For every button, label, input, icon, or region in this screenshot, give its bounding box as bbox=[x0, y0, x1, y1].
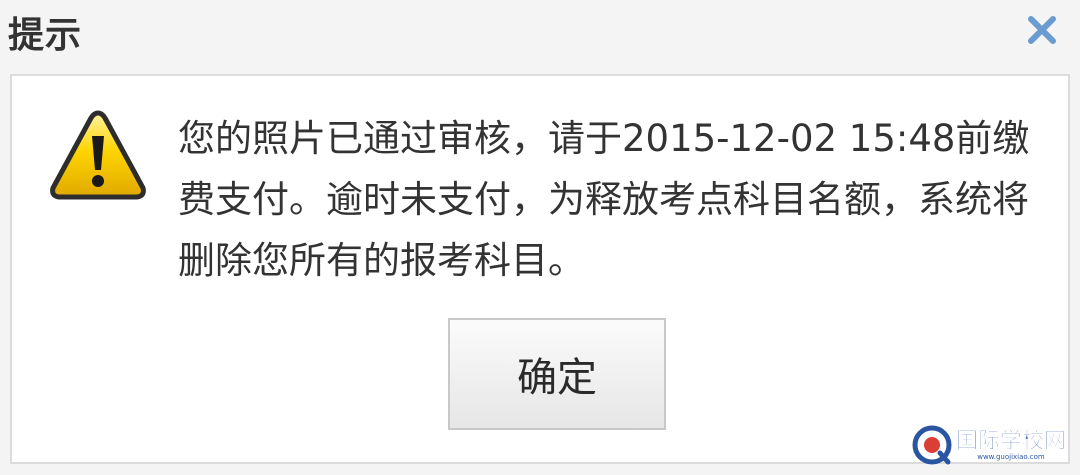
dialog-title-bar: 提示 bbox=[0, 0, 1080, 72]
dialog-title: 提示 bbox=[8, 15, 83, 56]
dialog-message: 您的照片已通过审核，请于2015-12-02 15:48前缴费支付。逾时未支付，… bbox=[178, 117, 1030, 282]
warning-icon bbox=[50, 110, 146, 200]
dialog-content: 您的照片已通过审核，请于2015-12-02 15:48前缴费支付。逾时未支付，… bbox=[10, 74, 1070, 464]
close-button[interactable] bbox=[1024, 12, 1060, 48]
watermark-url: www.guojixiao.com bbox=[977, 452, 1045, 461]
message-dialog: 提示 您的照片已通过审核，请于2015-12-02 15:48前缴费支付。逾时未… bbox=[0, 0, 1080, 475]
watermark-text: 国际学校网 bbox=[955, 427, 1067, 454]
watermark-logo-icon bbox=[912, 425, 952, 465]
watermark-text-group: 国际学校网 www.guojixiao.com bbox=[955, 427, 1067, 462]
watermark: 国际学校网 www.guojixiao.com bbox=[912, 421, 1066, 469]
confirm-button[interactable]: 确定 bbox=[448, 318, 666, 430]
close-icon bbox=[1028, 16, 1056, 44]
